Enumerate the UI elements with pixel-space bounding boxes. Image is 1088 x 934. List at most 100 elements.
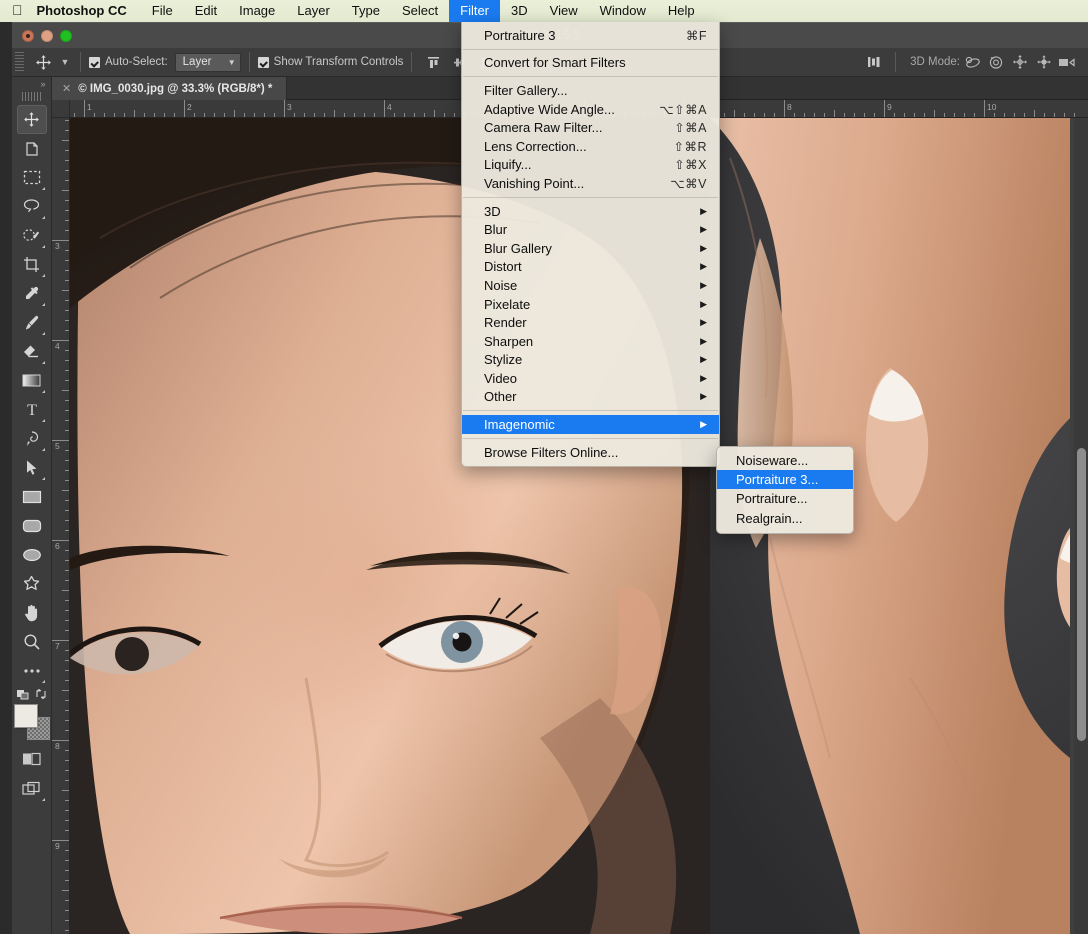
rectangle-tool[interactable] [17, 482, 47, 511]
lasso-tool[interactable] [17, 192, 47, 221]
crop-tool[interactable] [17, 250, 47, 279]
filter-menu-item-camera-raw-filter[interactable]: Camera Raw Filter... ⇧⌘A [462, 118, 719, 137]
ruler-minor-tick [65, 210, 69, 211]
menu-item-shortcut: ⌥⇧⌘A [659, 102, 707, 117]
filter-menu-item-lens-correction[interactable]: Lens Correction... ⇧⌘R [462, 137, 719, 156]
path-selection-tool[interactable] [17, 453, 47, 482]
zoom-tool[interactable] [17, 627, 47, 656]
zoom-button[interactable] [60, 29, 72, 42]
canvas-vertical-scrollbar[interactable] [1074, 118, 1088, 934]
filter-menu-item-video[interactable]: Video ▶ [462, 369, 719, 388]
move-tool-icon[interactable] [28, 51, 58, 73]
eraser-tool[interactable] [17, 337, 47, 366]
menu-window[interactable]: Window [589, 0, 657, 22]
ellipse-tool[interactable] [17, 540, 47, 569]
move-tool[interactable] [16, 105, 47, 134]
default-colors-icon[interactable] [16, 687, 29, 701]
menu-layer[interactable]: Layer [286, 0, 341, 22]
menubar-app-name[interactable]: Photoshop CC [34, 0, 141, 22]
menu-help[interactable]: Help [657, 0, 706, 22]
brush-tool[interactable] [17, 308, 47, 337]
filter-menu-item-sharpen[interactable]: Sharpen ▶ [462, 332, 719, 351]
swap-colors-icon[interactable] [35, 687, 47, 701]
document-tab[interactable]: ✕ © IMG_0030.jpg @ 33.3% (RGB/8*) * [52, 77, 288, 100]
foreground-color-swatch[interactable] [14, 705, 37, 727]
submenu-item-portraiture[interactable]: Portraiture... [717, 489, 853, 508]
show-transform-controls-checkbox[interactable] [257, 56, 269, 68]
rectangular-marquee-tool[interactable] [17, 163, 47, 192]
filter-menu[interactable]: Portraiture 3 ⌘F Convert for Smart Filters… [461, 22, 720, 468]
filter-menu-item-noise[interactable]: Noise ▶ [462, 276, 719, 295]
filter-menu-item-blur[interactable]: Blur ▶ [462, 220, 719, 239]
filter-menu-item-imagenomic[interactable]: Imagenomic ▶ [462, 415, 719, 434]
pen-tool[interactable] [17, 424, 47, 453]
filter-menu-item-vanishing-point[interactable]: Vanishing Point... ⌥⌘V [462, 174, 719, 193]
filter-menu-item-liquify[interactable]: Liquify... ⇧⌘X [462, 156, 719, 175]
rounded-rectangle-tool[interactable] [17, 511, 47, 540]
orbit-3d-icon[interactable] [960, 51, 984, 73]
color-swatches[interactable] [14, 705, 49, 739]
menu-select[interactable]: Select [391, 0, 449, 22]
menu-filter[interactable]: Filter [449, 0, 501, 22]
hand-tool[interactable] [17, 598, 47, 627]
filter-menu-item-render[interactable]: Render ▶ [462, 313, 719, 332]
tools-panel-grip[interactable] [21, 92, 42, 101]
ruler-minor-tick [774, 113, 775, 117]
filter-menu-item-adaptive-wide-angle[interactable]: Adaptive Wide Angle... ⌥⇧⌘A [462, 100, 719, 119]
ruler-minor-tick [65, 750, 69, 751]
auto-select-checkbox[interactable] [89, 56, 100, 68]
submenu-item-realgrain[interactable]: Realgrain... [717, 509, 853, 528]
quick-selection-tool[interactable] [17, 221, 47, 250]
menu-edit[interactable]: Edit [184, 0, 228, 22]
menu-type[interactable]: Type [341, 0, 391, 22]
eyedropper-tool[interactable] [17, 279, 47, 308]
gradient-tool[interactable] [17, 366, 47, 395]
custom-shape-tool[interactable] [17, 569, 47, 598]
ruler-minor-tick [65, 610, 69, 611]
ruler-minor-tick [65, 360, 69, 361]
submenu-item-portraiture-3[interactable]: Portraiture 3... [717, 470, 853, 490]
type-tool[interactable]: T [17, 395, 47, 424]
align-top-edges-icon[interactable] [420, 51, 446, 73]
menu-item-shortcut: ⇧⌘R [673, 139, 707, 154]
quick-mask-icon[interactable] [17, 745, 47, 774]
filter-menu-item-filter-gallery[interactable]: Filter Gallery... [462, 81, 719, 100]
pan-3d-icon[interactable] [1008, 51, 1032, 73]
filter-menu-item-3d[interactable]: 3D ▶ [462, 202, 719, 221]
screen-mode-icon[interactable] [17, 774, 47, 803]
artboard-tool[interactable] [17, 134, 47, 163]
filter-menu-item-blur-gallery[interactable]: Blur Gallery ▶ [462, 239, 719, 258]
filter-menu-item-pixelate[interactable]: Pixelate ▶ [462, 295, 719, 314]
menu-view[interactable]: View [539, 0, 589, 22]
auto-select-dropdown[interactable]: Layer ▼ [174, 52, 241, 72]
distribute-icon[interactable] [861, 51, 887, 73]
menu-image[interactable]: Image [228, 0, 286, 22]
zoom-3d-camera-icon[interactable] [1056, 51, 1080, 73]
ruler-label: 6 [55, 541, 60, 551]
close-button[interactable] [22, 29, 34, 42]
edit-toolbar-button[interactable] [17, 656, 47, 685]
filter-menu-item-browse-filters-online[interactable]: Browse Filters Online... [462, 443, 719, 462]
options-bar-grip[interactable] [15, 52, 24, 72]
submenu-item-noiseware[interactable]: Noiseware... [717, 451, 853, 470]
ruler-minor-tick [824, 113, 825, 117]
scrollbar-thumb[interactable] [1077, 448, 1086, 741]
collapse-panel-icon[interactable]: » [12, 77, 52, 91]
slide-3d-icon[interactable] [1032, 51, 1056, 73]
filter-menu-item-portraiture-3[interactable]: Portraiture 3 ⌘F [462, 26, 719, 45]
menu-file[interactable]: File [141, 0, 184, 22]
filter-menu-item-distort[interactable]: Distort ▶ [462, 258, 719, 277]
menu-3d[interactable]: 3D [500, 0, 539, 22]
apple-logo-icon[interactable]:  [0, 3, 34, 17]
ruler-corner [52, 100, 70, 118]
imagenomic-submenu[interactable]: Noiseware... Portraiture 3... Portraiture.… [716, 446, 854, 534]
tool-preset-chevron-down-icon[interactable]: ▼ [58, 57, 72, 67]
vertical-ruler[interactable]: 345678910 [52, 118, 70, 934]
close-tab-icon[interactable]: ✕ [62, 82, 71, 95]
filter-menu-item-stylize[interactable]: Stylize ▶ [462, 351, 719, 370]
ruler-label: 10 [987, 102, 997, 112]
minimize-button[interactable] [41, 29, 53, 42]
filter-menu-item-convert-for-smart-filters[interactable]: Convert for Smart Filters [462, 54, 719, 73]
roll-3d-icon[interactable] [984, 51, 1008, 73]
filter-menu-item-other[interactable]: Other ▶ [462, 388, 719, 407]
